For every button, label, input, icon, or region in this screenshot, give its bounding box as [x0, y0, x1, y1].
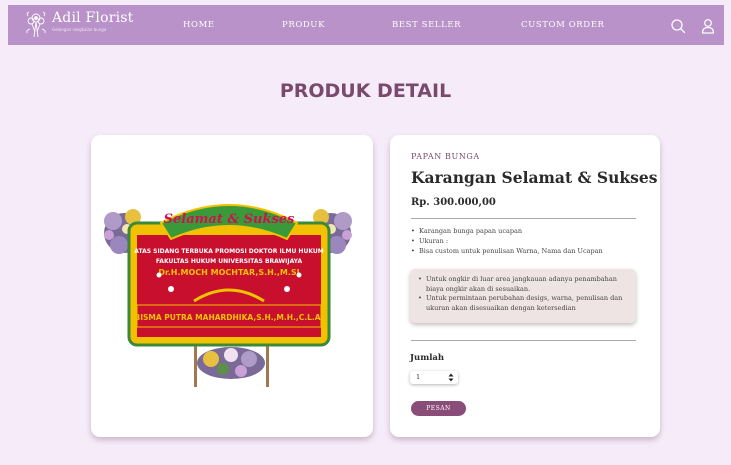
- quantity-value: 1: [416, 373, 421, 381]
- brand-tagline: Gelangan rangkaian bunga: [52, 27, 107, 32]
- brand-logo[interactable]: Adil Florist Gelangan rangkaian bunga: [22, 10, 133, 42]
- notes-list: Untuk ongkir di luar area jangkauan adan…: [418, 275, 630, 313]
- flower-bouquet-icon: [26, 11, 46, 38]
- divider: [411, 218, 636, 219]
- product-name: Karangan Selamat & Sukses: [411, 168, 658, 187]
- board-line-2: FAKULTAS HUKUM UNIVERSITAS BRAWIJAYA: [156, 258, 303, 265]
- divider: [411, 340, 636, 341]
- list-item: Bisa custom untuk penulisan Warna, Nama …: [411, 246, 603, 256]
- product-image: Selamat & Sukses ATAS SIDANG TERBUKA PRO…: [104, 204, 352, 387]
- nav-produk[interactable]: PRODUK: [282, 20, 325, 30]
- notes-box: Untuk ongkir di luar area jangkauan adan…: [410, 269, 636, 323]
- spinner-arrows-icon[interactable]: [448, 373, 454, 382]
- list-item: Untuk ongkir di luar area jangkauan adan…: [418, 275, 630, 294]
- board-line-3: Dr.H.MOCH MOCHTAR,S.H.,M.SI: [158, 268, 299, 277]
- list-item: Ukuran :: [411, 236, 603, 246]
- top-navbar: Adil Florist Gelangan rangkaian bunga HO…: [8, 5, 724, 45]
- search-icon[interactable]: [670, 18, 686, 34]
- list-item: Untuk permintaan perubahan desigs, warna…: [418, 294, 630, 313]
- product-image-card: Selamat & Sukses ATAS SIDANG TERBUKA PRO…: [91, 135, 373, 437]
- user-icon[interactable]: [700, 18, 716, 34]
- nav-best-seller[interactable]: BEST SELLER: [392, 20, 461, 30]
- board-line-1: ATAS SIDANG TERBUKA PROMOSI DOKTOR ILMU …: [134, 248, 323, 255]
- product-info-card: PAPAN BUNGA Karangan Selamat & Sukses Rp…: [390, 135, 660, 437]
- product-category: PAPAN BUNGA: [411, 152, 480, 161]
- nav-custom-order[interactable]: CUSTOM ORDER: [521, 20, 605, 30]
- nav-home[interactable]: HOME: [183, 20, 215, 30]
- quantity-stepper[interactable]: 1: [410, 371, 458, 384]
- product-details-list: Karangan bunga papan ucapan Ukuran : Bis…: [411, 226, 603, 256]
- quantity-label: Jumlah: [410, 353, 445, 363]
- list-item: Karangan bunga papan ucapan: [411, 226, 603, 236]
- brand-name: Adil Florist: [52, 10, 134, 26]
- order-button[interactable]: PESAN: [411, 401, 466, 416]
- bottom-flower-bouquet: [197, 347, 265, 379]
- board-sender: BISMA PUTRA MAHARDHIKA,S.H.,M.H.,C.L.A.: [135, 313, 324, 322]
- board-banner-text: Selamat & Sukses: [164, 212, 295, 227]
- page-title: PRODUK DETAIL: [279, 80, 452, 102]
- product-price: Rp. 300.000,00: [411, 197, 496, 208]
